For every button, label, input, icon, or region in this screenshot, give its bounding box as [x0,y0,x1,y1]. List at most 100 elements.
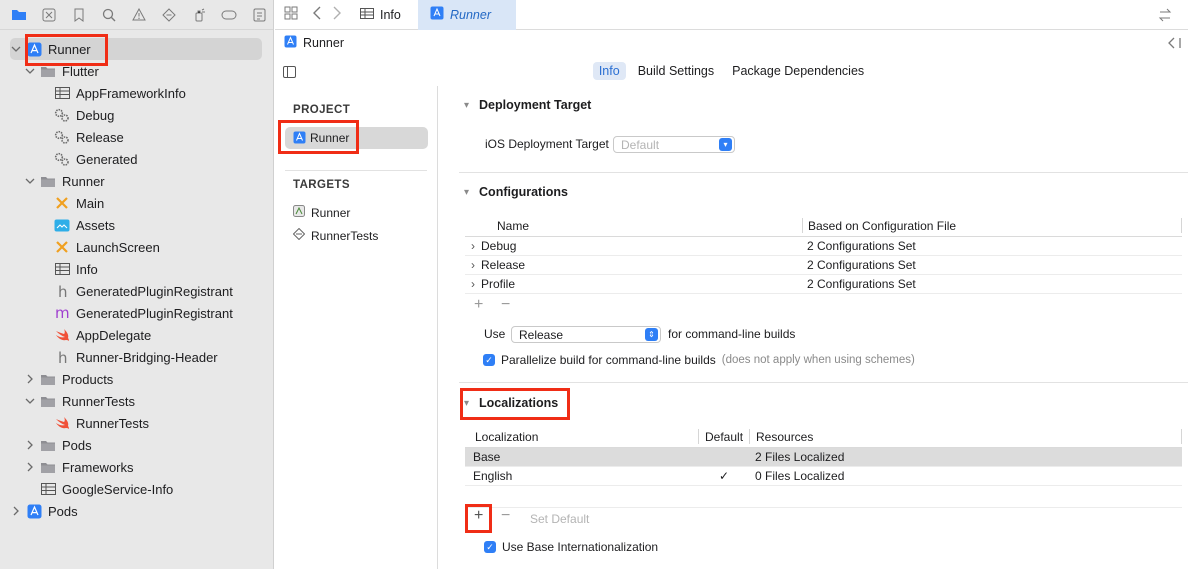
navigator-item[interactable]: Runner [10,38,262,60]
chevron-updown-icon: ⇕ [645,328,658,341]
deployment-target-section[interactable]: ▾ Deployment Target [464,98,591,112]
segment-info[interactable]: Info [592,62,626,80]
tab-label: Info [380,7,401,22]
navigator-item-label: Flutter [62,63,99,79]
grid-icon[interactable] [284,6,300,23]
navigator-item-label: GeneratedPluginRegistrant [76,305,233,321]
tab-info[interactable]: Info [360,0,416,30]
x-square-icon[interactable] [40,6,58,24]
column-name[interactable]: Name [497,219,529,233]
column-localization[interactable]: Localization [475,430,538,444]
command-line-config-popup[interactable]: Release ⇕ [511,326,661,343]
disclosure-right-icon[interactable]: › [471,258,475,272]
segment-package-dependencies[interactable]: Package Dependencies [726,62,870,80]
navigator-item[interactable]: Assets [10,214,263,236]
warning-icon[interactable] [130,6,148,24]
checkmark-icon: ✓ [483,354,495,366]
base-internationalization-checkbox[interactable]: ✓ Use Base Internationalization [484,540,658,554]
swap-arrows-icon[interactable] [1158,8,1172,25]
navigator-item[interactable]: m GeneratedPluginRegistrant [10,302,263,324]
navigator-item[interactable]: h Runner-Bridging-Header [10,346,263,368]
navigator-item[interactable]: Runner [10,170,263,192]
chevron-right-icon[interactable] [24,439,36,451]
svg-text:m: m [55,306,69,321]
navigator-item[interactable]: Flutter [10,60,263,82]
chevron-down-icon[interactable] [24,65,36,77]
tag-icon[interactable] [220,6,238,24]
remove-localization-button[interactable]: − [501,507,510,525]
back-chevron-icon[interactable] [312,6,322,23]
set-default-button[interactable]: Set Default [530,512,589,526]
navigator-item[interactable]: Release [10,126,263,148]
table-row[interactable]: Base 2 Files Localized [465,448,1182,467]
navigator-item[interactable]: AppDelegate [10,324,263,346]
parallelize-build-checkbox[interactable]: ✓ Parallelize build for command-line bui… [483,353,915,367]
navigator-item[interactable]: Pods [10,500,263,522]
navigator-item[interactable]: AppFrameworkInfo [10,82,263,104]
table-row[interactable]: › Debug 2 Configurations Set [465,237,1182,256]
forward-chevron-icon[interactable] [332,6,342,23]
target-item-runner[interactable]: Runner [293,205,350,220]
segment-build-settings[interactable]: Build Settings [632,62,720,80]
navigator-item[interactable]: Main [10,192,263,214]
chevron-down-icon[interactable] [24,175,36,187]
configurations-section[interactable]: ▾ Configurations [464,185,568,199]
diamond-icon[interactable] [160,6,178,24]
chevron-right-icon[interactable] [24,373,36,385]
target-label: Runner [311,205,351,220]
column-default[interactable]: Default [705,430,743,444]
chevron-down-icon[interactable] [10,43,22,55]
target-item-runnertests[interactable]: RunnerTests [292,227,378,243]
navigator-item-label: Assets [76,217,116,233]
xcode-project-icon [293,131,306,147]
folder-icon [40,437,56,453]
navigator-item-label: Release [76,129,124,145]
xcode-project-icon [430,6,444,23]
column-resources[interactable]: Resources [756,430,813,444]
folder-icon[interactable] [10,6,28,24]
chevron-down-icon[interactable] [24,395,36,407]
add-configuration-button[interactable]: + [474,296,483,314]
bookmark-icon[interactable] [70,6,88,24]
project-navigator: Runner Flutter AppFrameworkInfo Debug Releas… [0,0,274,569]
navigator-item[interactable]: Pods [10,434,263,456]
jump-bar: Runner [275,30,1188,56]
localizations-section[interactable]: ▾ Localizations [464,396,558,410]
svg-text:h: h [58,284,68,299]
spray-icon[interactable] [190,6,208,24]
config-name: Release [481,258,526,272]
tab-runner[interactable]: Runner [418,0,516,30]
navigator-item[interactable]: LaunchScreen [10,236,263,258]
column-based-on[interactable]: Based on Configuration File [808,219,956,233]
project-item-label: Runner [310,131,350,145]
navigator-item[interactable]: h GeneratedPluginRegistrant [10,280,263,302]
navigator-item[interactable]: RunnerTests [10,412,263,434]
table-row[interactable]: › Profile 2 Configurations Set [465,275,1182,294]
jump-bar-label[interactable]: Runner [303,36,344,50]
divider [459,172,1188,173]
search-icon[interactable] [100,6,118,24]
editor-area: Info Runner Runner Info Build Settings P… [275,0,1188,569]
disclosure-right-icon[interactable]: › [471,239,475,253]
remove-configuration-button[interactable]: − [501,296,510,314]
navigator-item[interactable]: Generated [10,148,263,170]
navigator-item[interactable]: GoogleService-Info [10,478,263,500]
navigator-item[interactable]: RunnerTests [10,390,263,412]
navigator-item[interactable]: Frameworks [10,456,263,478]
table-row[interactable]: English ✓ 0 Files Localized [465,467,1182,486]
project-item-runner[interactable]: Runner [285,127,428,149]
jump-back-icon[interactable] [1168,37,1184,52]
disclosure-right-icon[interactable]: › [471,277,475,291]
ios-deployment-target-popup[interactable]: Default ▾ [613,136,735,153]
folder-icon [40,371,56,387]
navigator-item[interactable]: Debug [10,104,263,126]
table-row[interactable]: › Release 2 Configurations Set [465,256,1182,275]
chevron-right-icon[interactable] [10,505,22,517]
navigator-item[interactable]: Products [10,368,263,390]
navigator-item[interactable]: Info [10,258,263,280]
chevron-right-icon[interactable] [24,461,36,473]
list-icon[interactable] [250,6,268,24]
localization-name: Base [473,450,501,464]
add-localization-button[interactable]: + [474,507,483,525]
navigator-toolbar [0,0,273,30]
